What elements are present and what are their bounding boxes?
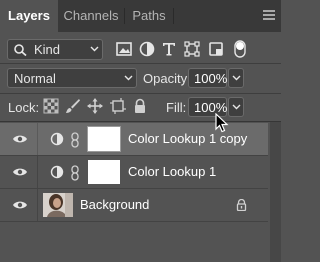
layer-lock-icon — [236, 199, 247, 211]
divider — [0, 121, 281, 122]
opacity-field[interactable]: 100% — [188, 68, 227, 88]
layer-row-background[interactable]: Background — [0, 189, 268, 221]
layer-name[interactable]: Color Lookup 1 — [128, 164, 216, 179]
chevron-down-icon — [90, 46, 99, 52]
blend-mode-value: Normal — [14, 71, 56, 86]
type-filter-icon[interactable] — [160, 40, 178, 58]
column-separator — [37, 156, 38, 188]
lock-image-pixels-icon[interactable] — [65, 98, 81, 114]
lock-artboard-icon[interactable] — [110, 98, 126, 114]
lock-label: Lock: — [8, 100, 40, 115]
adjustment-filter-icon[interactable] — [138, 40, 156, 58]
lock-transparent-pixels-icon[interactable] — [43, 98, 59, 114]
kind-filter-select[interactable]: Kind — [7, 39, 103, 60]
background-layer-thumbnail[interactable] — [43, 193, 73, 217]
opacity-value: 100% — [194, 71, 228, 86]
visibility-eye-icon[interactable] — [12, 166, 28, 178]
layers-panel: Layers Channels Paths Kind Normal Opacit… — [0, 0, 281, 262]
layer-name[interactable]: Background — [80, 197, 149, 212]
chevron-down-icon — [124, 75, 133, 81]
column-separator — [37, 123, 38, 155]
fill-dropdown-button[interactable] — [228, 97, 244, 117]
tab-separator — [173, 8, 174, 24]
visibility-eye-icon[interactable] — [12, 199, 28, 211]
row-divider — [0, 221, 268, 222]
fill-label: Fill: — [166, 100, 187, 115]
smart-object-filter-icon[interactable] — [207, 40, 225, 58]
tab-channels[interactable]: Channels — [58, 0, 124, 32]
layer-row-color-lookup-1[interactable]: Color Lookup 1 — [0, 156, 268, 188]
mask-link-icon[interactable] — [70, 132, 80, 148]
pixel-filter-icon[interactable] — [115, 40, 133, 58]
panel-menu-icon[interactable] — [263, 10, 275, 20]
adjustment-layer-icon[interactable] — [50, 165, 64, 179]
lock-all-icon[interactable] — [132, 98, 148, 114]
tab-layers[interactable]: Layers — [0, 0, 58, 32]
layer-name[interactable]: Color Lookup 1 copy — [128, 131, 247, 146]
filter-toggle-icon[interactable] — [233, 40, 247, 58]
opacity-label: Opacity: — [143, 71, 191, 86]
lock-position-icon[interactable] — [87, 98, 103, 114]
blend-mode-select[interactable]: Normal — [7, 68, 137, 88]
opacity-dropdown-button[interactable] — [228, 68, 244, 88]
tab-bar: Layers Channels Paths — [0, 0, 281, 32]
kind-filter-label: Kind — [34, 42, 61, 57]
layer-mask-thumbnail[interactable] — [88, 160, 120, 184]
divider — [0, 93, 281, 94]
chevron-down-icon — [232, 75, 241, 81]
divider — [0, 63, 281, 64]
chevron-down-icon — [232, 104, 241, 110]
search-icon — [14, 44, 27, 57]
adjustment-layer-icon[interactable] — [50, 132, 64, 146]
shape-filter-icon[interactable] — [183, 40, 201, 58]
scrollbar-track[interactable] — [270, 122, 281, 262]
mouse-cursor-icon — [215, 113, 229, 133]
tab-paths[interactable]: Paths — [125, 0, 173, 32]
mask-link-icon[interactable] — [70, 165, 80, 181]
layer-mask-thumbnail[interactable] — [87, 126, 121, 152]
visibility-eye-icon[interactable] — [12, 133, 28, 145]
column-separator — [37, 189, 38, 221]
